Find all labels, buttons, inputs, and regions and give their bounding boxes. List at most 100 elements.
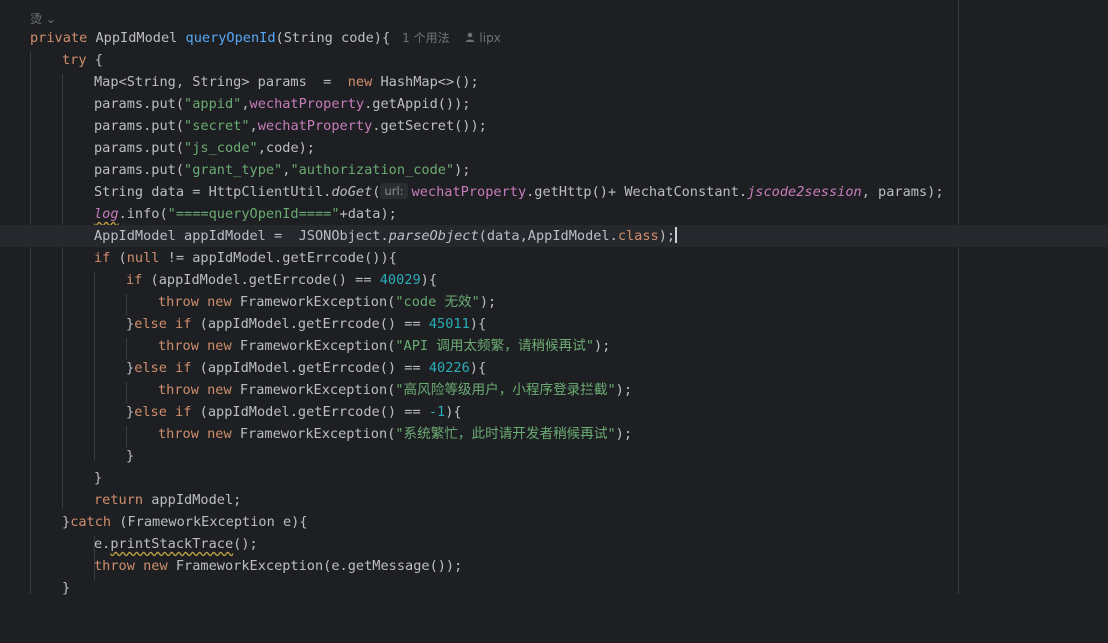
code-token: (FrameworkException e){: [111, 514, 308, 530]
code-line[interactable]: }else if (appIdModel.getErrcode() == 450…: [0, 313, 1108, 335]
code-token: );: [594, 338, 611, 354]
code-token: ,: [249, 118, 258, 134]
code-line[interactable]: params.put("js_code",code);: [0, 137, 1108, 159]
current-code-line[interactable]: AppIdModel appIdModel = JSONObject.parse…: [0, 225, 1108, 247]
code-token: ();: [233, 536, 258, 552]
string-token: "====queryOpenId====": [167, 206, 340, 222]
keyword-token: throw: [158, 338, 199, 354]
code-line[interactable]: if (appIdModel.getErrcode() == 40029){: [0, 269, 1108, 291]
keyword-token: return: [94, 492, 144, 508]
code-token: );: [454, 162, 471, 178]
code-token: FrameworkException(: [231, 382, 396, 398]
code-token: (String code){: [275, 30, 391, 46]
static-method-token: parseObject: [388, 228, 479, 244]
field-token: wechatProperty: [249, 96, 365, 112]
code-token: HashMap<>();: [372, 74, 479, 90]
code-line[interactable]: }: [0, 445, 1108, 467]
code-line[interactable]: if (null != appIdModel.getErrcode()){: [0, 247, 1108, 269]
code-line[interactable]: }: [0, 467, 1108, 489]
keyword-token: else: [134, 360, 167, 376]
code-line[interactable]: params.put("appid",wechatProperty.getApp…: [0, 93, 1108, 115]
code-token: +data);: [339, 206, 397, 222]
code-token: .info(: [118, 206, 168, 222]
code-line[interactable]: params.put("secret",wechatProperty.getSe…: [0, 115, 1108, 137]
string-token: "系统繁忙，此时请开发者稍候再试": [395, 426, 616, 442]
folded-code-glyph: 烫: [30, 12, 43, 26]
keyword-token: if: [94, 250, 111, 266]
code-token: .getSecret());: [372, 118, 487, 134]
number-token: -1: [428, 404, 446, 420]
field-token: wechatProperty: [411, 184, 527, 200]
code-token: FrameworkException(: [231, 294, 396, 310]
code-token: params.put(: [94, 96, 185, 112]
code-line[interactable]: return appIdModel;: [0, 489, 1108, 511]
keyword-token: new: [207, 382, 232, 398]
code-token: String data = HttpClientUtil.: [94, 184, 332, 200]
string-token: "grant_type": [184, 162, 283, 178]
code-line[interactable]: String data = HttpClientUtil.doGet(url: w…: [0, 181, 1108, 203]
method-call-token: printStackTrace: [110, 536, 234, 552]
keyword-token: try: [62, 52, 87, 68]
code-line[interactable]: params.put("grant_type","authorization_c…: [0, 159, 1108, 181]
code-token: ,code);: [257, 140, 315, 156]
keyword-token: private: [30, 30, 88, 46]
code-line[interactable]: }else if (appIdModel.getErrcode() == 402…: [0, 357, 1108, 379]
number-token: 40226: [428, 360, 470, 376]
keyword-token: new: [143, 558, 168, 574]
code-token: params.put(: [94, 140, 185, 156]
code-token: (appIdModel.getErrcode() ==: [191, 316, 429, 332]
code-token: ,: [241, 96, 250, 112]
code-token: );: [658, 228, 676, 244]
code-token: );: [615, 382, 633, 398]
string-token: "secret": [184, 118, 250, 134]
code-line[interactable]: throw new FrameworkException("code 无效");: [0, 291, 1108, 313]
code-line[interactable]: }else if (appIdModel.getErrcode() == -1)…: [0, 401, 1108, 423]
string-token: "高风险等级用户，小程序登录拦截": [395, 382, 616, 398]
code-line[interactable]: throw new FrameworkException(e.getMessag…: [0, 555, 1108, 577]
keyword-token: else: [134, 316, 167, 332]
code-line[interactable]: }catch (FrameworkException e){: [0, 511, 1108, 533]
code-token: FrameworkException(: [231, 338, 396, 354]
code-editor[interactable]: 烫 ⌄ private AppIdModel queryOpenId(Strin…: [0, 0, 1108, 596]
usages-inlay[interactable]: 1 个用法 lipx: [402, 31, 501, 45]
code-line[interactable]: private AppIdModel queryOpenId(String co…: [0, 27, 1108, 49]
keyword-token: else: [134, 404, 167, 420]
code-token: Map<String, String> params =: [94, 74, 348, 90]
code-token: }: [126, 448, 135, 464]
method-name-token: queryOpenId: [185, 30, 276, 46]
code-token: FrameworkException(: [231, 426, 396, 442]
code-token: AppIdModel appIdModel = JSONObject.: [94, 228, 389, 244]
person-icon: [465, 32, 474, 42]
code-token: (appIdModel.getErrcode() ==: [142, 272, 380, 288]
code-token: .getAppid());: [364, 96, 471, 112]
code-token: }: [94, 470, 103, 486]
keyword-token: null: [126, 250, 160, 266]
code-line[interactable]: throw new FrameworkException("高风险等级用户，小程…: [0, 379, 1108, 401]
code-token: (: [110, 250, 127, 266]
folded-code-indicator[interactable]: 烫 ⌄: [30, 10, 56, 27]
field-token: wechatProperty: [257, 118, 373, 134]
string-token: "API 调用太频繁，请稍候再试": [395, 338, 594, 354]
string-token: "authorization_code": [290, 162, 455, 178]
code-token: (: [372, 184, 381, 200]
keyword-token: if: [126, 272, 143, 288]
code-token: FrameworkException(e.getMessage());: [167, 558, 463, 574]
keyword-token: new: [347, 74, 373, 90]
string-token: "appid": [184, 96, 242, 112]
code-line[interactable]: try {: [0, 49, 1108, 71]
code-token: ){: [420, 272, 438, 288]
string-token: "code 无效": [395, 294, 480, 310]
code-line[interactable]: log.info("====queryOpenId===="+data);: [0, 203, 1108, 225]
code-line[interactable]: e.printStackTrace();: [0, 533, 1108, 555]
static-method-token: doGet: [331, 184, 373, 200]
code-token: appIdModel;: [143, 492, 242, 508]
code-line[interactable]: throw new FrameworkException("系统繁忙，此时请开发…: [0, 423, 1108, 445]
code-token: params.put(: [94, 162, 185, 178]
number-token: 45011: [428, 316, 470, 332]
code-line[interactable]: Map<String, String> params = new HashMap…: [0, 71, 1108, 93]
code-line[interactable]: }: [0, 577, 1108, 599]
code-line[interactable]: throw new FrameworkException("API 调用太频繁，…: [0, 335, 1108, 357]
